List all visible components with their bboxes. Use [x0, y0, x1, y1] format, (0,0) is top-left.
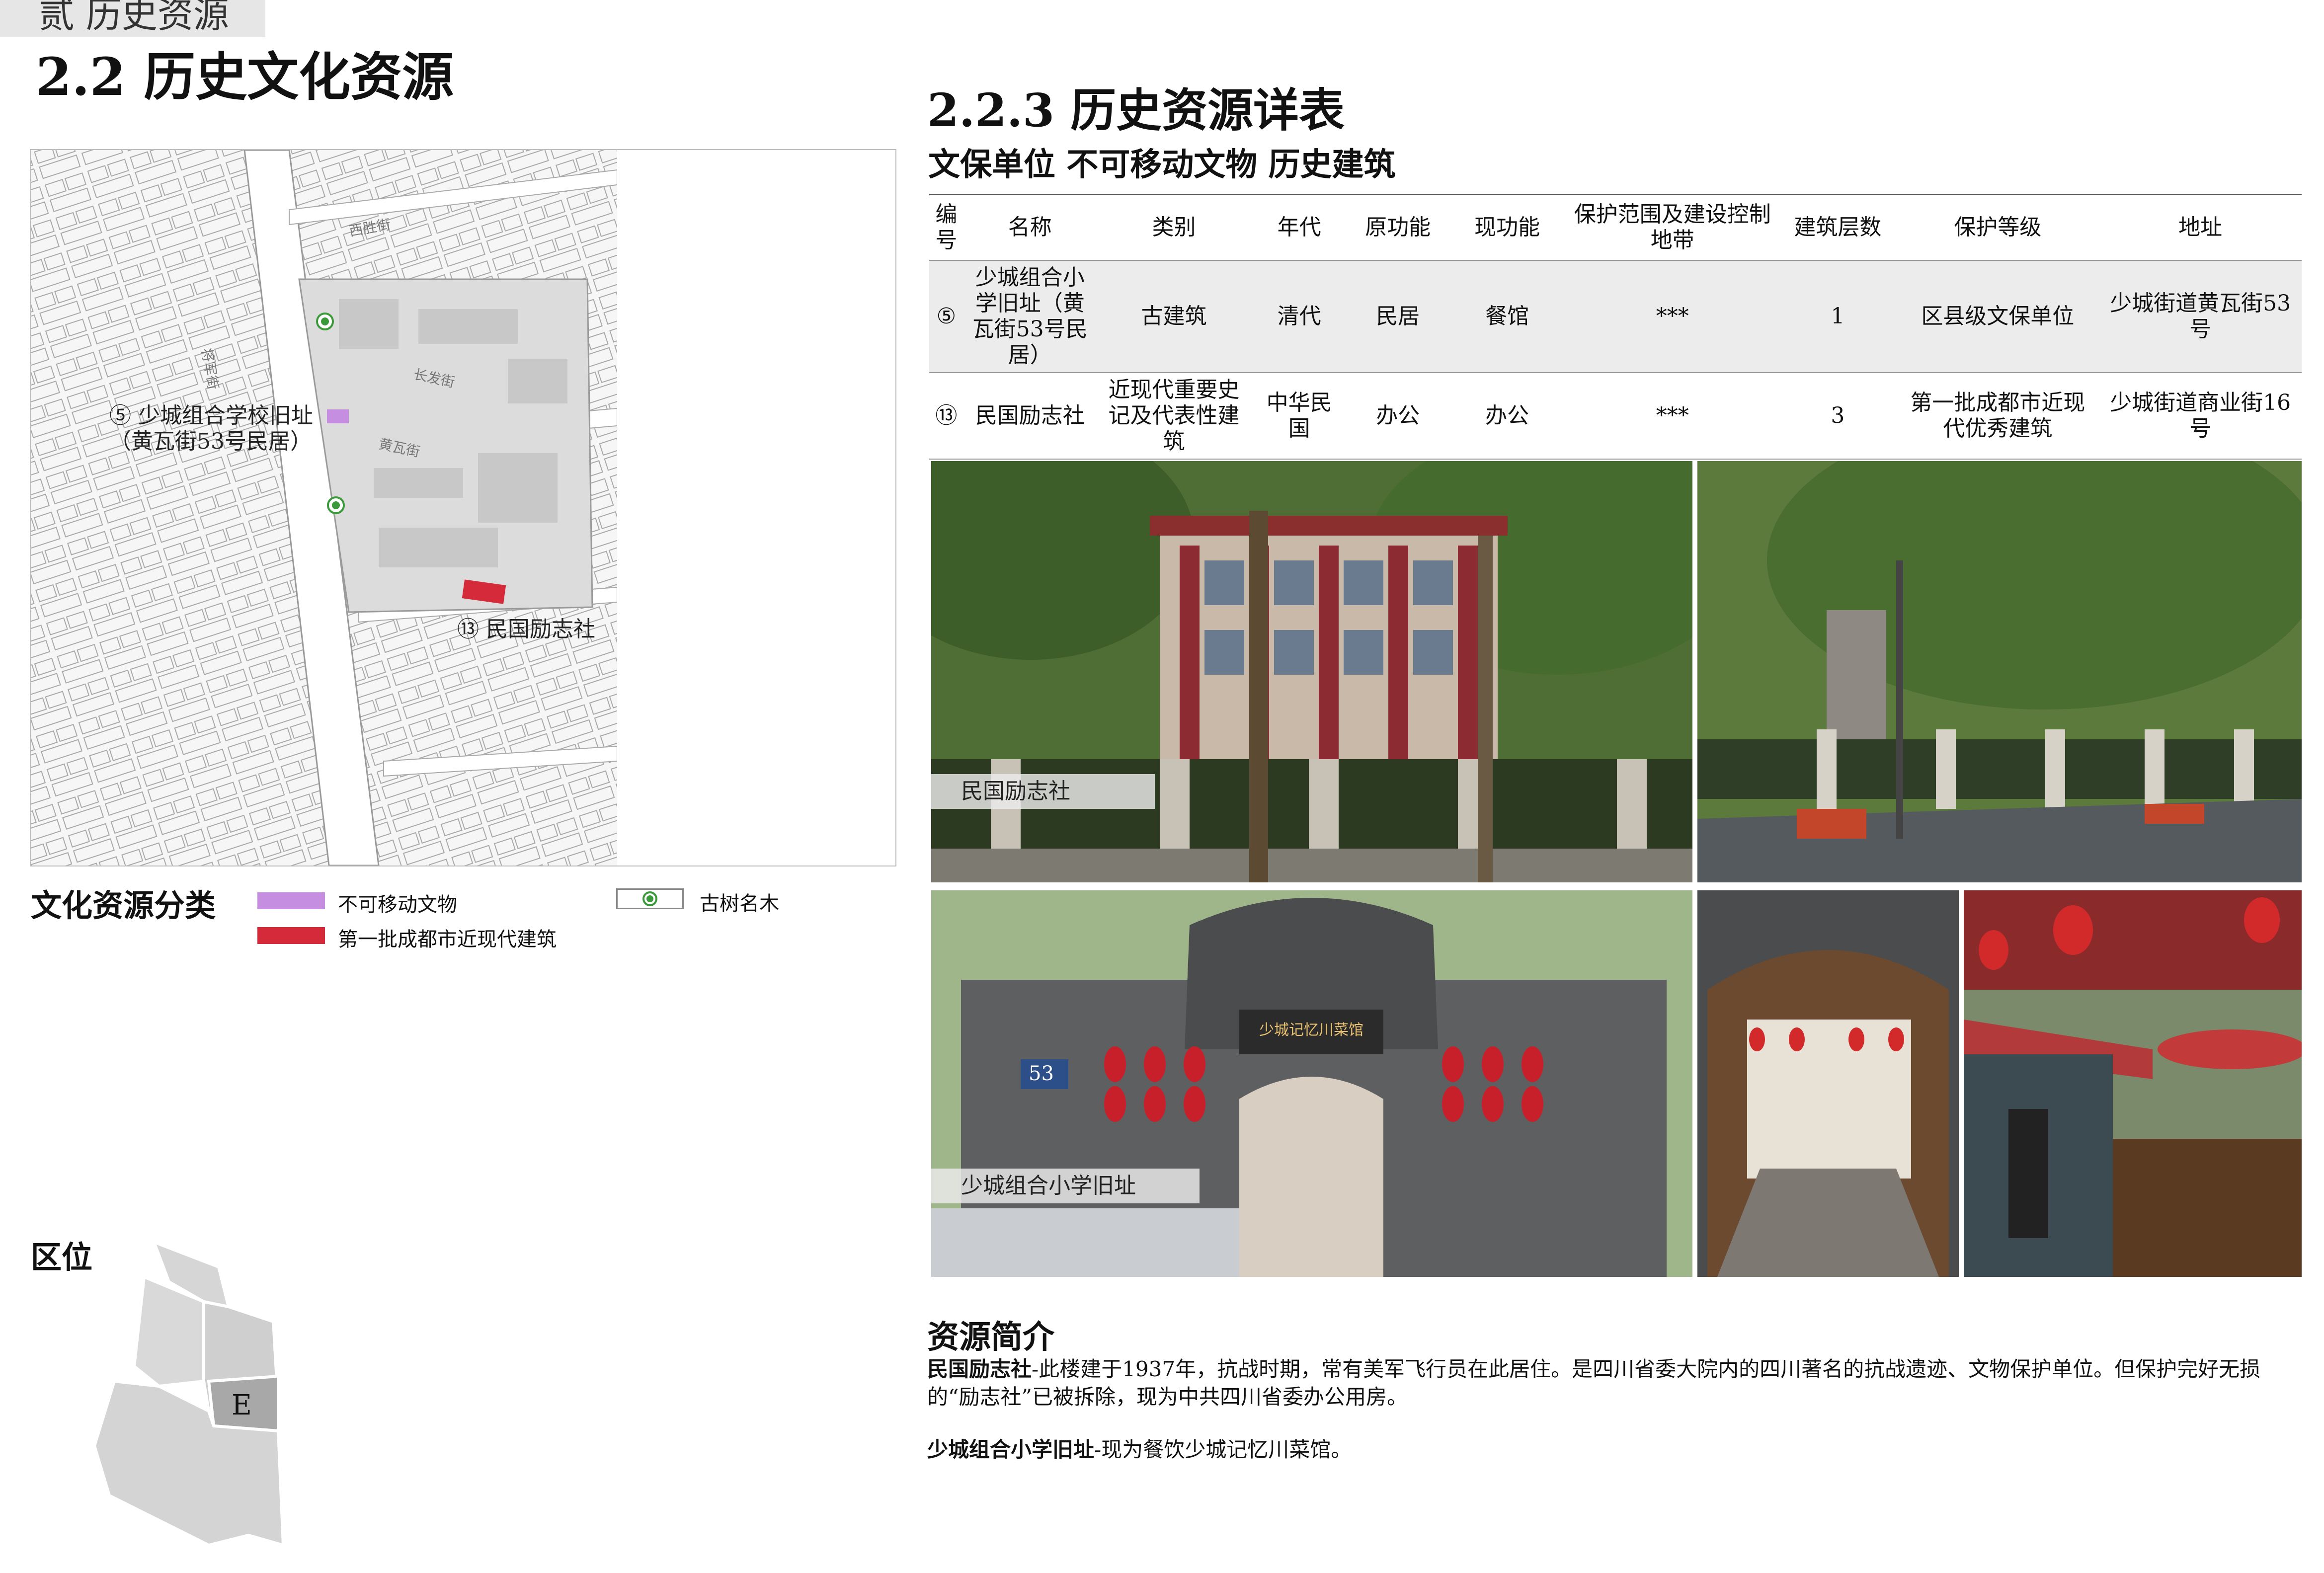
table-cell: ***	[1566, 373, 1779, 460]
intro-name: 少城组合小学旧址	[927, 1437, 1095, 1462]
table-cell: 古建筑	[1096, 260, 1252, 373]
table-cell: 民国励志社	[963, 373, 1097, 460]
photo-school-corridor	[1697, 890, 1959, 1277]
table-header: 地址	[2099, 194, 2302, 261]
table-cell: 餐馆	[1448, 260, 1566, 373]
table-cell: 少城街道黄瓦街53号	[2099, 260, 2302, 373]
legend-swatch-modern	[257, 927, 325, 944]
table-header: 类别	[1096, 194, 1252, 261]
table-header: 现功能	[1448, 194, 1566, 261]
photo-school-courtyard	[1964, 890, 2302, 1277]
table-header: 保护范围及建设控制地带	[1566, 194, 1779, 261]
section-title: 2.2 历史文化资源	[36, 46, 454, 107]
site5-marker	[327, 409, 349, 423]
table-cell: 近现代重要史记及代表性建筑	[1096, 373, 1252, 460]
table-cell: 办公	[1347, 373, 1449, 460]
photo-lizhishe-front: 民国励志社	[931, 461, 1692, 882]
table-row: ⑬ 民国励志社 近现代重要史记及代表性建筑 中华民国 办公 办公 *** 3 第…	[929, 373, 2302, 460]
intro-title: 资源简介	[927, 1319, 1054, 1356]
legend-label: 不可移动文物	[338, 893, 457, 916]
intro-paragraph-1: 民国励志社-此楼建于1937年，抗战时期，常有美军飞行员在此居住。是四川省委大院…	[927, 1355, 2299, 1411]
table-cell: 中华民国	[1251, 373, 1348, 460]
table-cell: 1	[1779, 260, 1897, 373]
photo-lizhishe-street	[1697, 461, 2302, 882]
table-cell: 民居	[1347, 260, 1449, 373]
legend-label: 第一批成都市近现代建筑	[338, 928, 557, 951]
table-header: 年代	[1251, 194, 1348, 261]
map-label-site5-sub: （黄瓦街53号民居）	[109, 429, 312, 454]
map-label-site13: ⑬ 民国励志社	[457, 617, 595, 642]
photo-school-gate: 少城记忆川菜馆 53 少城组合小学旧址	[931, 890, 1692, 1277]
legend-label: 古树名木	[700, 892, 779, 915]
zone-label: E	[232, 1389, 252, 1421]
tree-dot-icon	[616, 888, 684, 909]
intro-text: -此楼建于1937年，抗战时期，常有美军飞行员在此居住。是四川省委大院内的四川著…	[927, 1357, 2261, 1409]
table-header: 名称	[963, 194, 1097, 261]
intro-name: 民国励志社	[927, 1357, 1032, 1381]
table-header: 建筑层数	[1779, 194, 1897, 261]
restaurant-sign: 少城记忆川菜馆	[1259, 1022, 1363, 1039]
subsection-title: 2.2.3 历史资源详表	[927, 83, 1345, 137]
intro-text: -现为餐饮少城记忆川菜馆。	[1094, 1437, 1352, 1462]
table-cell: 区县级文保单位	[1896, 260, 2099, 373]
table-cell: 少城街道商业街16号	[2099, 373, 2302, 460]
table-header: 保护等级	[1896, 194, 2099, 261]
site-map: ⑤ 少城组合学校旧址 （黄瓦街53号民居） ⑬ 民国励志社 长发街 黄瓦街 西胜…	[30, 149, 896, 866]
map-label-site5: ⑤ 少城组合学校旧址	[109, 403, 313, 428]
intro-paragraph-2: 少城组合小学旧址-现为餐饮少城记忆川菜馆。	[927, 1436, 2299, 1464]
resource-table: 编号 名称 类别 年代 原功能 现功能 保护范围及建设控制地带 建筑层数 保护等…	[929, 194, 2302, 460]
table-header-row: 编号 名称 类别 年代 原功能 现功能 保护范围及建设控制地带 建筑层数 保护等…	[929, 194, 2302, 261]
location-title: 区位	[31, 1239, 93, 1275]
photo-label: 民国励志社	[931, 774, 1155, 809]
chapter-tab: 贰 历史资源	[0, 0, 265, 37]
table-cell: ***	[1566, 260, 1779, 373]
table-header: 原功能	[1347, 194, 1449, 261]
table-cell: 清代	[1251, 260, 1348, 373]
table-cell: ⑬	[929, 373, 963, 460]
table-cell: 少城组合小学旧址（黄瓦街53号民居）	[963, 260, 1097, 373]
location-map: E	[84, 1237, 293, 1555]
table-cell: 第一批成都市近现代优秀建筑	[1896, 373, 2099, 460]
table-cell: 3	[1779, 373, 1897, 460]
legend-title: 文化资源分类	[31, 887, 216, 924]
photo-label: 少城组合小学旧址	[931, 1169, 1200, 1203]
table-cell: 办公	[1448, 373, 1566, 460]
table-caption: 文保单位 不可移动文物 历史建筑	[928, 146, 1396, 183]
table-cell: ⑤	[929, 260, 963, 373]
table-header: 编号	[929, 194, 963, 261]
table-row: ⑤ 少城组合小学旧址（黄瓦街53号民居） 古建筑 清代 民居 餐馆 *** 1 …	[929, 260, 2302, 373]
map-graphic	[31, 150, 895, 865]
door-number: 53	[1029, 1062, 1054, 1085]
legend-swatch-immovable	[257, 892, 325, 909]
